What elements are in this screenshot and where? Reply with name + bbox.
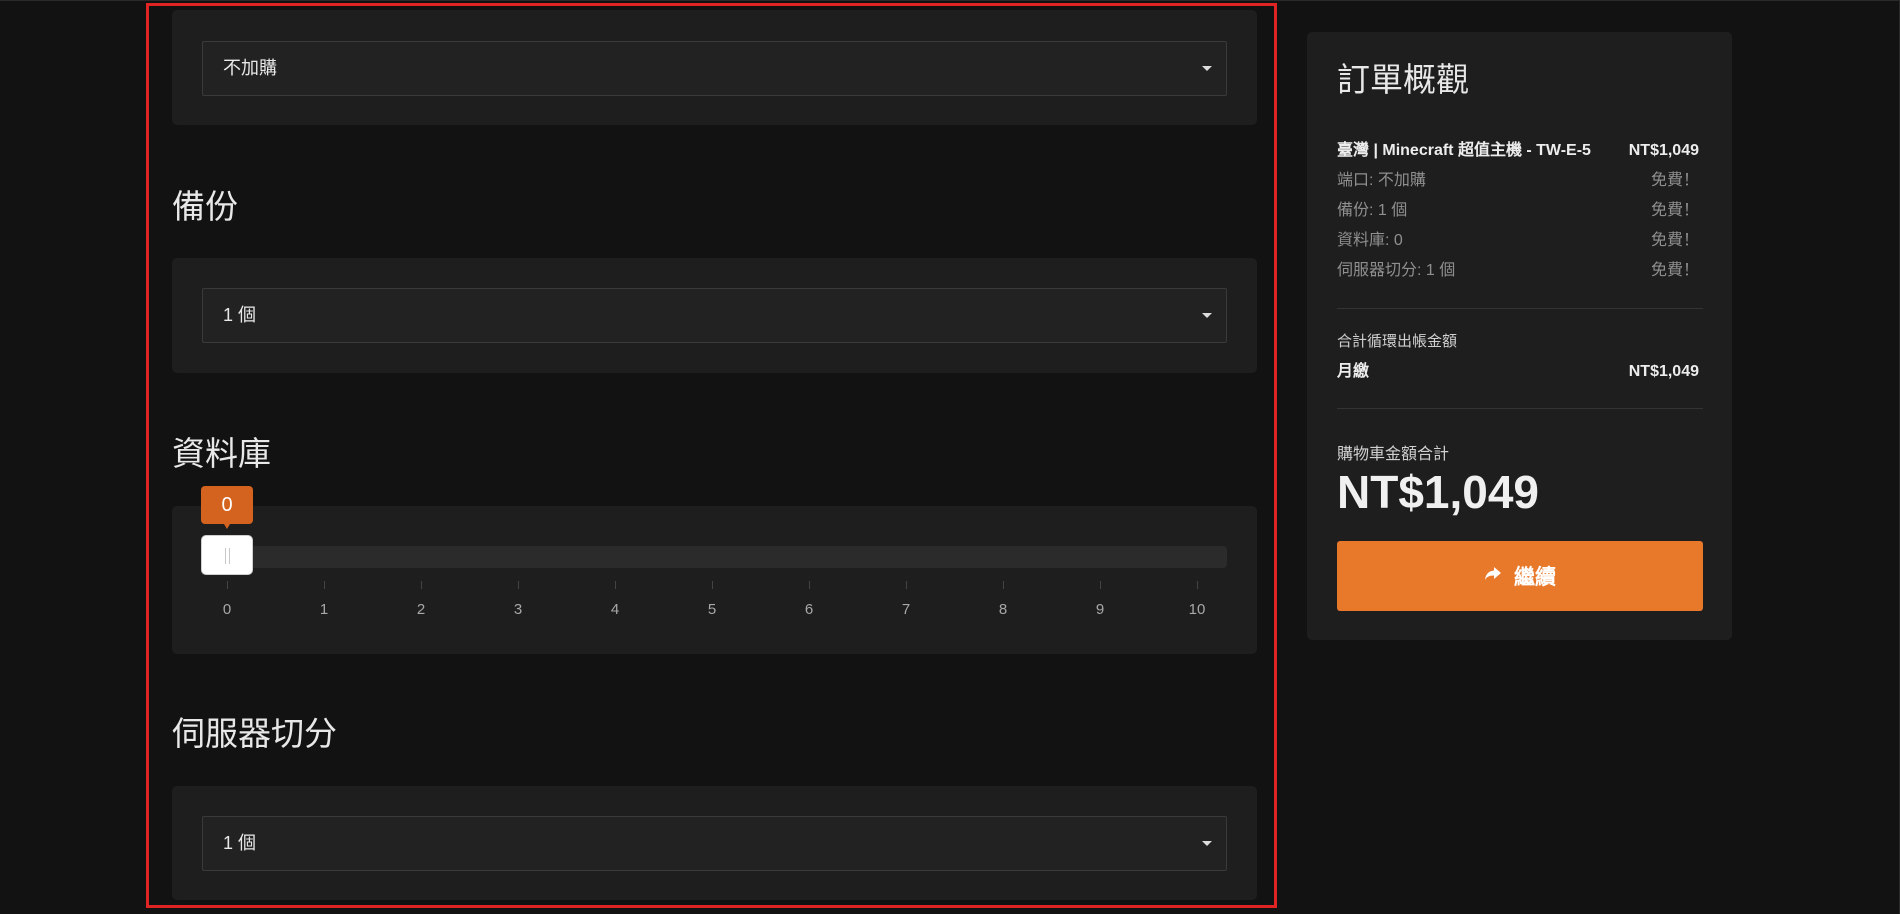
cart-total-label: 購物車金額合計 — [1337, 446, 1450, 463]
slider-value-tooltip: 0 — [201, 486, 253, 529]
slider-tick — [421, 581, 422, 589]
continue-button-label: 繼續 — [1514, 566, 1556, 589]
share-arrow-icon — [1484, 565, 1502, 588]
divider — [1337, 408, 1703, 409]
slider-tick — [1003, 581, 1004, 589]
chevron-down-icon — [1202, 66, 1212, 71]
split-select[interactable]: 1 個 — [202, 816, 1227, 871]
slider-tick — [518, 581, 519, 589]
summary-item-price: 免費！ — [1650, 232, 1699, 249]
recurring-price: NT$1,049 — [1628, 363, 1699, 380]
slider-tick — [324, 581, 325, 589]
summary-item-price: 免費！ — [1650, 202, 1699, 219]
order-summary-title: 訂單概觀 — [1337, 61, 1469, 98]
split-select-value: 1 個 — [223, 833, 257, 853]
recurring-row: 月繳 NT$1,049 — [1337, 361, 1699, 383]
slider-tick — [1197, 581, 1198, 589]
slider-tick-label: 7 — [901, 601, 911, 618]
database-card: 0 1 2 3 4 5 6 7 8 9 10 — [172, 506, 1257, 654]
port-select-value: 不加購 — [223, 58, 277, 78]
summary-item-price: 免費！ — [1650, 262, 1699, 279]
backup-card: 1 個 — [172, 258, 1257, 373]
slider-tick — [712, 581, 713, 589]
backup-select-value: 1 個 — [223, 305, 257, 325]
slider-tick-label: 4 — [610, 601, 620, 618]
divider — [1337, 308, 1703, 309]
slider-tick-label: 6 — [804, 601, 814, 618]
slider-tick-label: 2 — [416, 601, 426, 618]
handle-grip-right — [229, 548, 230, 564]
summary-item-row: 備份: 1 個 免費！ — [1337, 200, 1699, 222]
slider-tick — [906, 581, 907, 589]
chevron-down-icon — [1202, 841, 1212, 846]
cart-total-amount: NT$1,049 — [1337, 466, 1540, 518]
summary-item-label: 資料庫: 0 — [1337, 232, 1403, 249]
handle-grip-left — [225, 548, 226, 564]
recurring-title: 合計循環出帳金額 — [1337, 333, 1458, 350]
backup-section-title: 備份 — [172, 188, 238, 225]
recurring-title-row: 合計循環出帳金額 — [1337, 331, 1699, 353]
database-section-title: 資料庫 — [172, 435, 271, 472]
slider-tick-label: 9 — [1095, 601, 1105, 618]
summary-item-price: 免費！ — [1650, 172, 1699, 189]
product-name: 臺灣 | Minecraft 超值主機 - TW-E-5 — [1337, 142, 1591, 159]
slider-tick — [1100, 581, 1101, 589]
split-section-title: 伺服器切分 — [172, 715, 337, 752]
slider-tick-label: 3 — [513, 601, 523, 618]
summary-item-row: 資料庫: 0 免費！ — [1337, 230, 1699, 252]
summary-item-label: 備份: 1 個 — [1337, 202, 1408, 219]
product-price: NT$1,049 — [1628, 142, 1699, 159]
slider-tick-label: 5 — [707, 601, 717, 618]
port-select[interactable]: 不加購 — [202, 41, 1227, 96]
slider-tick — [227, 581, 228, 589]
summary-item-label: 端口: 不加購 — [1337, 172, 1426, 189]
port-card: 不加購 — [172, 10, 1257, 125]
slider-tick-label: 1 — [319, 601, 329, 618]
slider-tick-label: 8 — [998, 601, 1008, 618]
summary-item-row: 伺服器切分: 1 個 免費！ — [1337, 260, 1699, 282]
split-card: 1 個 — [172, 786, 1257, 900]
database-slider-handle[interactable] — [201, 535, 253, 575]
recurring-label: 月繳 — [1337, 363, 1370, 380]
order-summary: 訂單概觀 臺灣 | Minecraft 超值主機 - TW-E-5 NT$1,0… — [1307, 32, 1732, 640]
product-row: 臺灣 | Minecraft 超值主機 - TW-E-5 NT$1,049 — [1337, 140, 1699, 162]
slider-tick — [615, 581, 616, 589]
slider-tick-label: 10 — [1188, 601, 1206, 618]
database-slider-track[interactable] — [202, 546, 1227, 568]
chevron-down-icon — [1202, 313, 1212, 318]
backup-select[interactable]: 1 個 — [202, 288, 1227, 343]
slider-tick — [809, 581, 810, 589]
page: 不加購 備份 1 個 資料庫 0 1 2 3 4 5 6 7 8 9 10 0 伺服器切分 1 — [0, 0, 1900, 914]
summary-item-label: 伺服器切分: 1 個 — [1337, 262, 1456, 279]
slider-tick-label: 0 — [222, 601, 232, 618]
config-options-column: 不加購 備份 1 個 資料庫 0 1 2 3 4 5 6 7 8 9 10 0 伺服器切分 1 — [172, 0, 1257, 914]
continue-button[interactable]: 繼續 — [1337, 541, 1703, 611]
summary-item-row: 端口: 不加購 免費！ — [1337, 170, 1699, 192]
